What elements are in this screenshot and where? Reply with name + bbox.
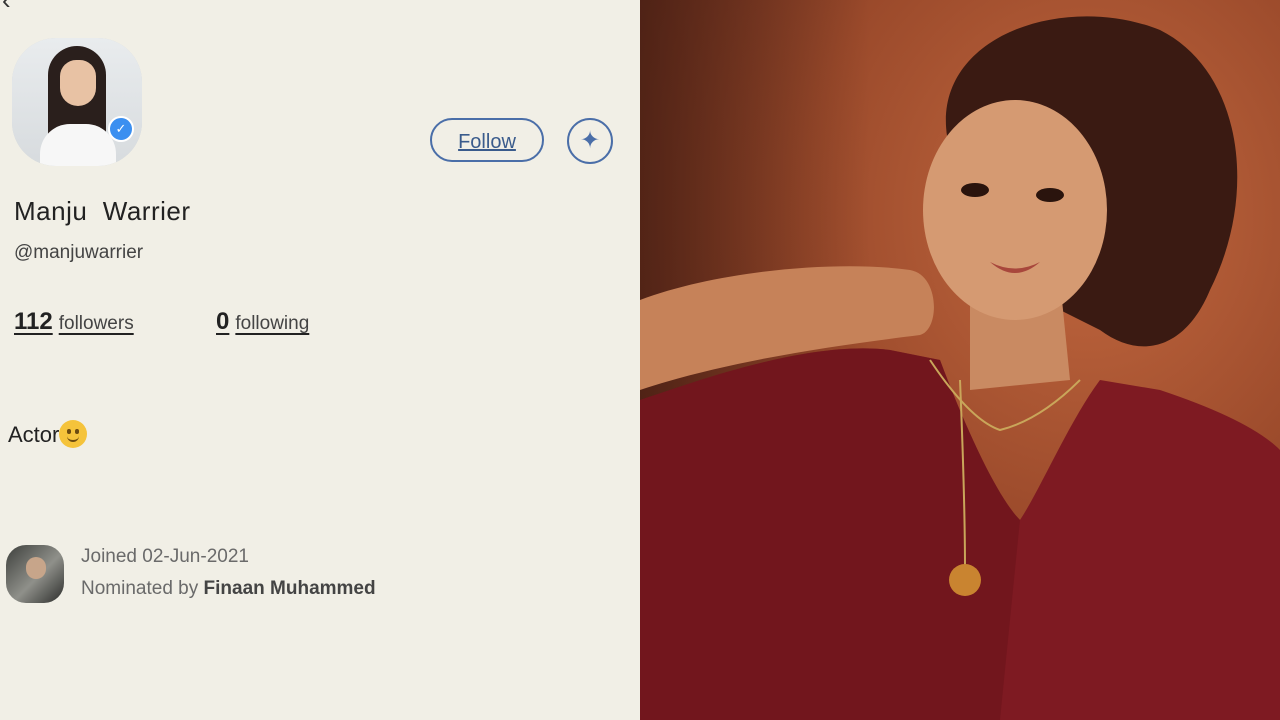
avatar-body	[40, 124, 116, 166]
nominated-by: Nominated by Finaan Muhammed	[81, 578, 376, 600]
followers-link[interactable]: 112 followers	[14, 308, 134, 336]
smiley-emoji-icon	[59, 420, 88, 448]
following-count: 0	[216, 308, 230, 335]
following-link[interactable]: 0 following	[216, 308, 309, 336]
joined-date: Joined 02-Jun-2021	[81, 546, 249, 567]
verified-badge-icon: ✓	[108, 116, 134, 142]
profile-panel: ‹ ✓ Follow ✦ Manju Warrier @manjuwarrier…	[0, 0, 640, 720]
sparkle-icon[interactable]: ✦	[567, 118, 613, 164]
following-label: following	[235, 313, 310, 334]
avatar-face	[60, 60, 96, 106]
back-arrow-icon[interactable]: ‹	[2, 0, 26, 13]
nominated-by-prefix: Nominated by	[81, 578, 199, 599]
nominator-name[interactable]: Finaan Muhammed	[204, 578, 376, 599]
followers-label: followers	[58, 313, 134, 334]
portrait-photo	[640, 0, 1280, 720]
nominator-avatar-head	[26, 557, 46, 579]
followers-count: 112	[14, 308, 53, 335]
profile-handle: @manjuwarrier	[14, 242, 144, 263]
profile-name: Manju Warrier	[14, 196, 191, 226]
follow-button[interactable]: Follow	[430, 118, 544, 162]
profile-bio: Actor	[8, 420, 88, 448]
portrait-illustration	[640, 16, 1280, 720]
bio-text: Actor	[8, 422, 60, 447]
nominator-avatar[interactable]	[6, 545, 64, 603]
profile-avatar[interactable]	[12, 38, 142, 166]
